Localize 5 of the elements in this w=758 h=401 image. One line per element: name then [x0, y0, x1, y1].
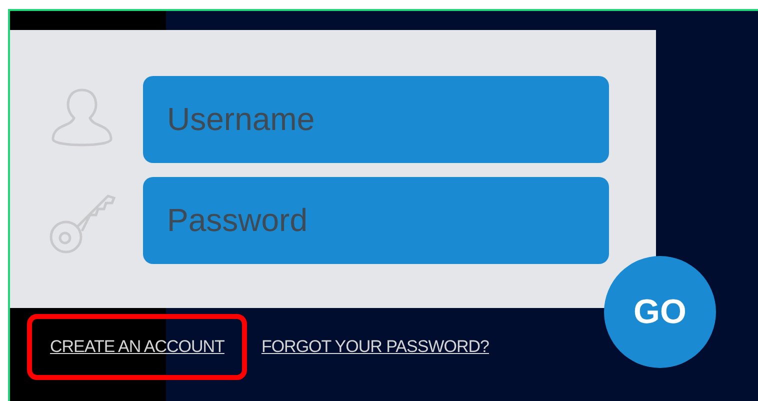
input-field[interactable]: Username: [143, 76, 609, 163]
link[interactable]: CREATE AN ACCOUNT: [50, 336, 224, 358]
link[interactable]: FORGOT YOUR PASSWORD?: [261, 336, 489, 358]
input-field[interactable]: Password: [143, 177, 609, 264]
go-button[interactable]: GO: [604, 256, 716, 368]
